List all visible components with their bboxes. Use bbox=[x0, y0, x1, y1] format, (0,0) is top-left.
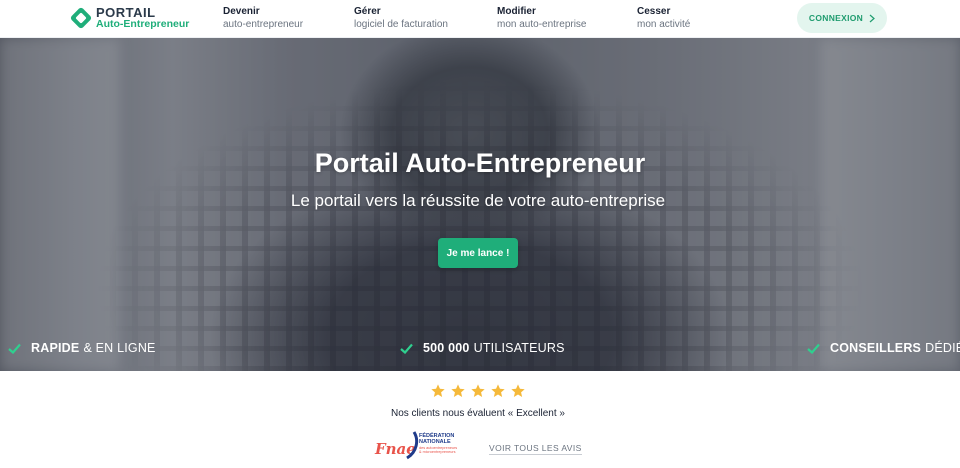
see-all-reviews-link[interactable]: VOIR TOUS LES AVIS bbox=[489, 443, 582, 455]
fnae-line4: & microentrepreneurs bbox=[419, 449, 456, 454]
hero-banner: Portail Auto-Entrepreneur Le portail ver… bbox=[0, 38, 960, 371]
feature-rapide: RAPIDE & EN LIGNE bbox=[8, 341, 156, 355]
nav-item-modifier[interactable]: Modifier mon auto-entreprise bbox=[497, 6, 587, 31]
login-button[interactable]: CONNEXION bbox=[797, 3, 887, 33]
hero-subtitle: Le portail vers la réussite de votre aut… bbox=[290, 191, 666, 210]
nav-subtitle: mon activité bbox=[637, 18, 691, 30]
nav-subtitle: auto-entrepreneur bbox=[223, 18, 304, 30]
feature-utilisateurs: 500 000 UTILISATEURS bbox=[400, 341, 565, 355]
nav-subtitle: logiciel de facturation bbox=[354, 18, 448, 30]
rating-text: Nos clients nous évaluent « Excellent » bbox=[391, 408, 565, 419]
nav-title: Gérer bbox=[354, 6, 381, 17]
chevron-right-icon bbox=[869, 14, 876, 22]
check-icon bbox=[8, 343, 21, 354]
login-button-label: CONNEXION bbox=[808, 13, 864, 23]
site-logo[interactable]: PORTAIL Auto-Entrepreneur bbox=[70, 6, 189, 30]
star-icon bbox=[471, 384, 485, 397]
check-icon bbox=[400, 343, 413, 354]
swoosh-icon bbox=[406, 431, 419, 460]
rating-stars bbox=[430, 383, 526, 399]
fnae-line2: NATIONALE bbox=[419, 439, 451, 446]
nav-title: Devenir bbox=[223, 6, 260, 17]
nav-title: Modifier bbox=[497, 6, 536, 17]
nav-subtitle: mon auto-entreprise bbox=[497, 18, 587, 30]
fnae-logo: Fnae FÉDÉRATION NATIONALE des autoentrep… bbox=[375, 430, 480, 464]
site-header: PORTAIL Auto-Entrepreneur Devenir auto-e… bbox=[0, 0, 960, 38]
nav-title: Cesser bbox=[637, 6, 671, 17]
logo-icon bbox=[70, 7, 92, 28]
hero-title: Portail Auto-Entrepreneur bbox=[314, 148, 646, 178]
check-icon bbox=[807, 343, 820, 354]
logo-subtitle: Auto-Entrepreneur bbox=[96, 18, 190, 30]
star-icon bbox=[431, 384, 445, 397]
start-button[interactable]: Je me lance ! bbox=[438, 238, 518, 268]
nav-item-gerer[interactable]: Gérer logiciel de facturation bbox=[354, 6, 448, 31]
star-icon bbox=[491, 384, 505, 397]
feature-conseillers: CONSEILLERSDÉDIÉS bbox=[807, 341, 960, 355]
star-icon bbox=[511, 384, 525, 397]
star-icon bbox=[451, 384, 465, 397]
nav-item-devenir[interactable]: Devenir auto-entrepreneur bbox=[223, 6, 303, 31]
fnae-line1: FÉDÉRATION bbox=[419, 433, 455, 439]
nav-item-cesser[interactable]: Cesser mon activité bbox=[637, 6, 690, 31]
